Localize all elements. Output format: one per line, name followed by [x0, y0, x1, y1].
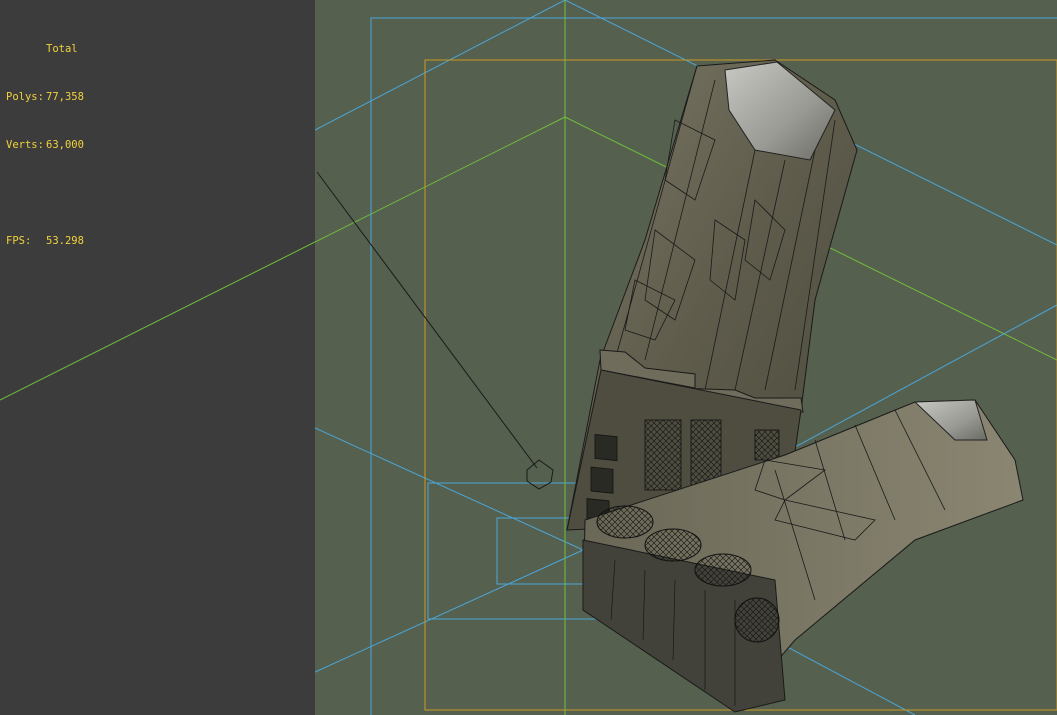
camera-target	[316, 171, 554, 490]
fps-value: 53.298	[46, 235, 84, 247]
verts-row: Verts: 63,000	[6, 137, 84, 153]
stats-overlay: Total Polys: 77,358 Verts: 63,000 FPS: 53.2…	[6, 9, 84, 281]
3d-viewport[interactable]	[315, 0, 1057, 715]
fps-label: FPS:	[6, 235, 32, 247]
side-panel: Total Polys: 77,358 Verts: 63,000 FPS: 53.2…	[0, 0, 315, 715]
verts-value: 63,000	[46, 139, 84, 151]
polys-row: Polys: 77,358	[6, 89, 84, 105]
polys-value: 77,358	[46, 91, 84, 103]
verts-label: Verts:	[6, 139, 44, 151]
blank-row	[6, 185, 84, 201]
stats-header: Total	[46, 43, 78, 55]
polys-label: Polys:	[6, 91, 44, 103]
fps-row: FPS: 53.298	[6, 233, 84, 249]
viewport-scene	[315, 0, 1057, 715]
